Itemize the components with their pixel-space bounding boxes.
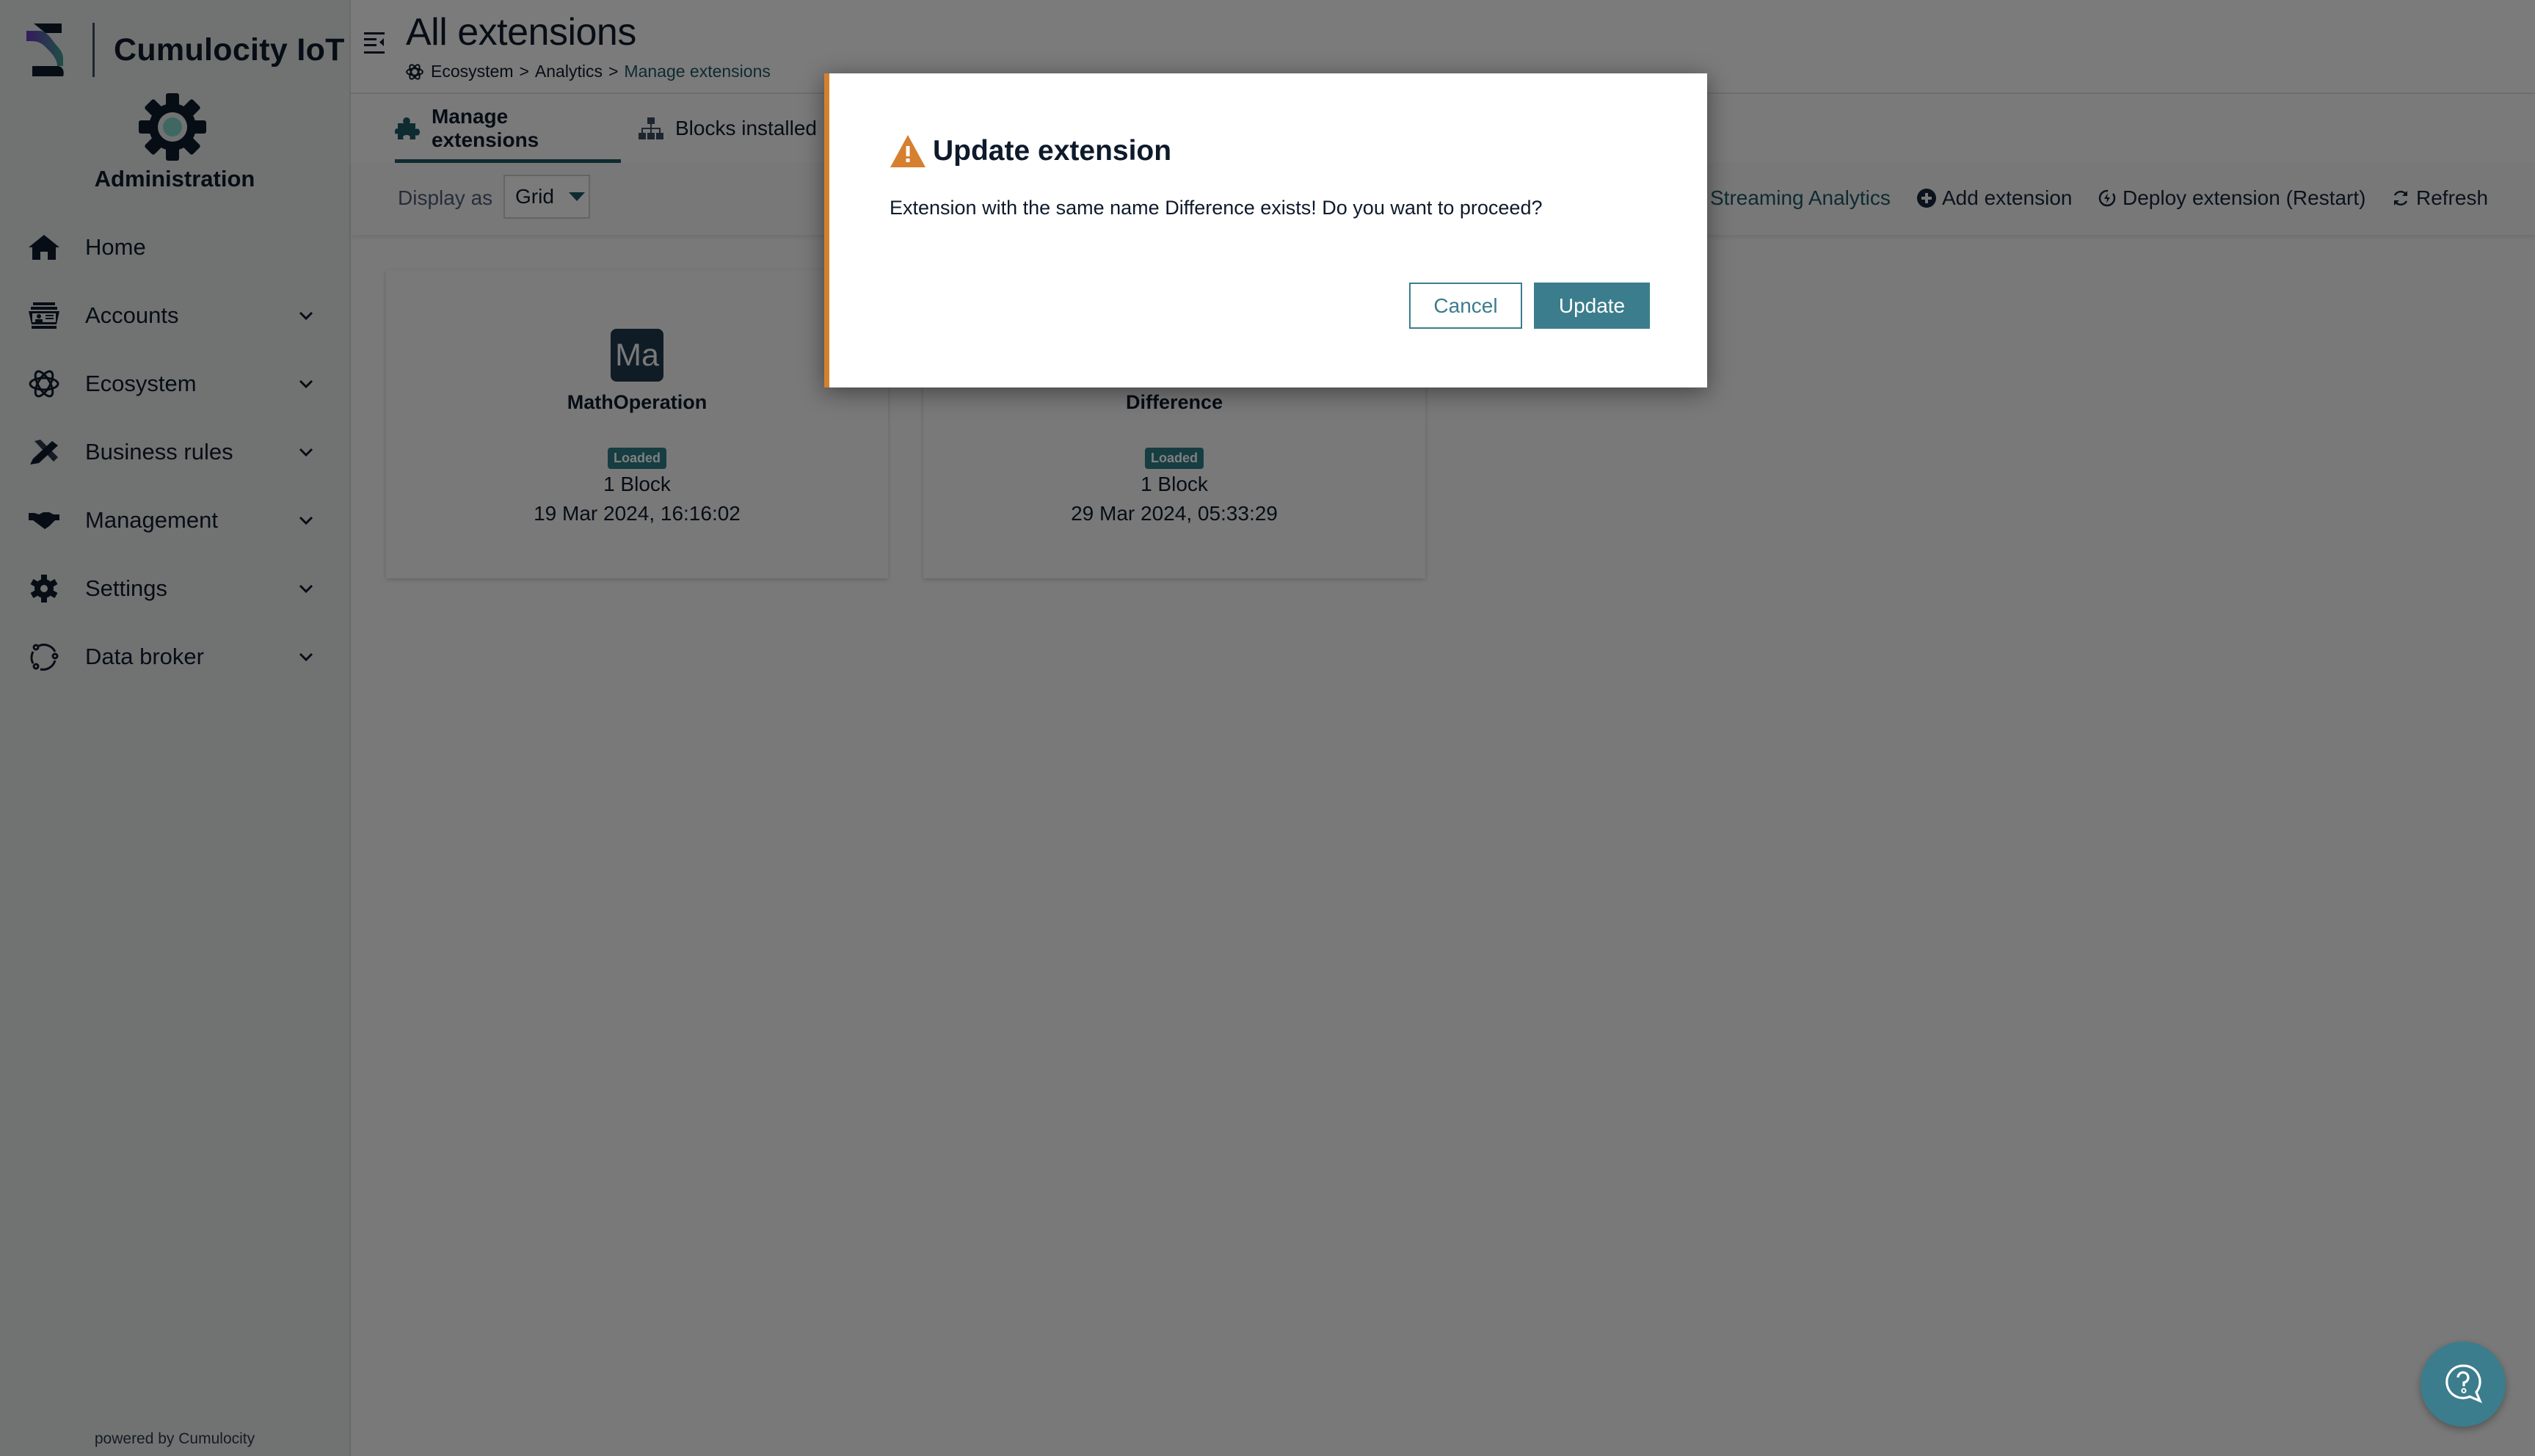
update-button[interactable]: Update: [1534, 283, 1650, 329]
warning-icon: [890, 135, 925, 167]
dialog-title-text: Update extension: [933, 135, 1172, 167]
help-button[interactable]: [2421, 1342, 2506, 1427]
dialog-message: Extension with the same name Difference …: [890, 197, 1543, 219]
cancel-button[interactable]: Cancel: [1409, 283, 1522, 329]
dialog-title: Update extension: [890, 135, 1171, 167]
help-chat-icon: [2445, 1364, 2482, 1404]
update-extension-dialog: Update extension Extension with the same…: [824, 73, 1707, 387]
